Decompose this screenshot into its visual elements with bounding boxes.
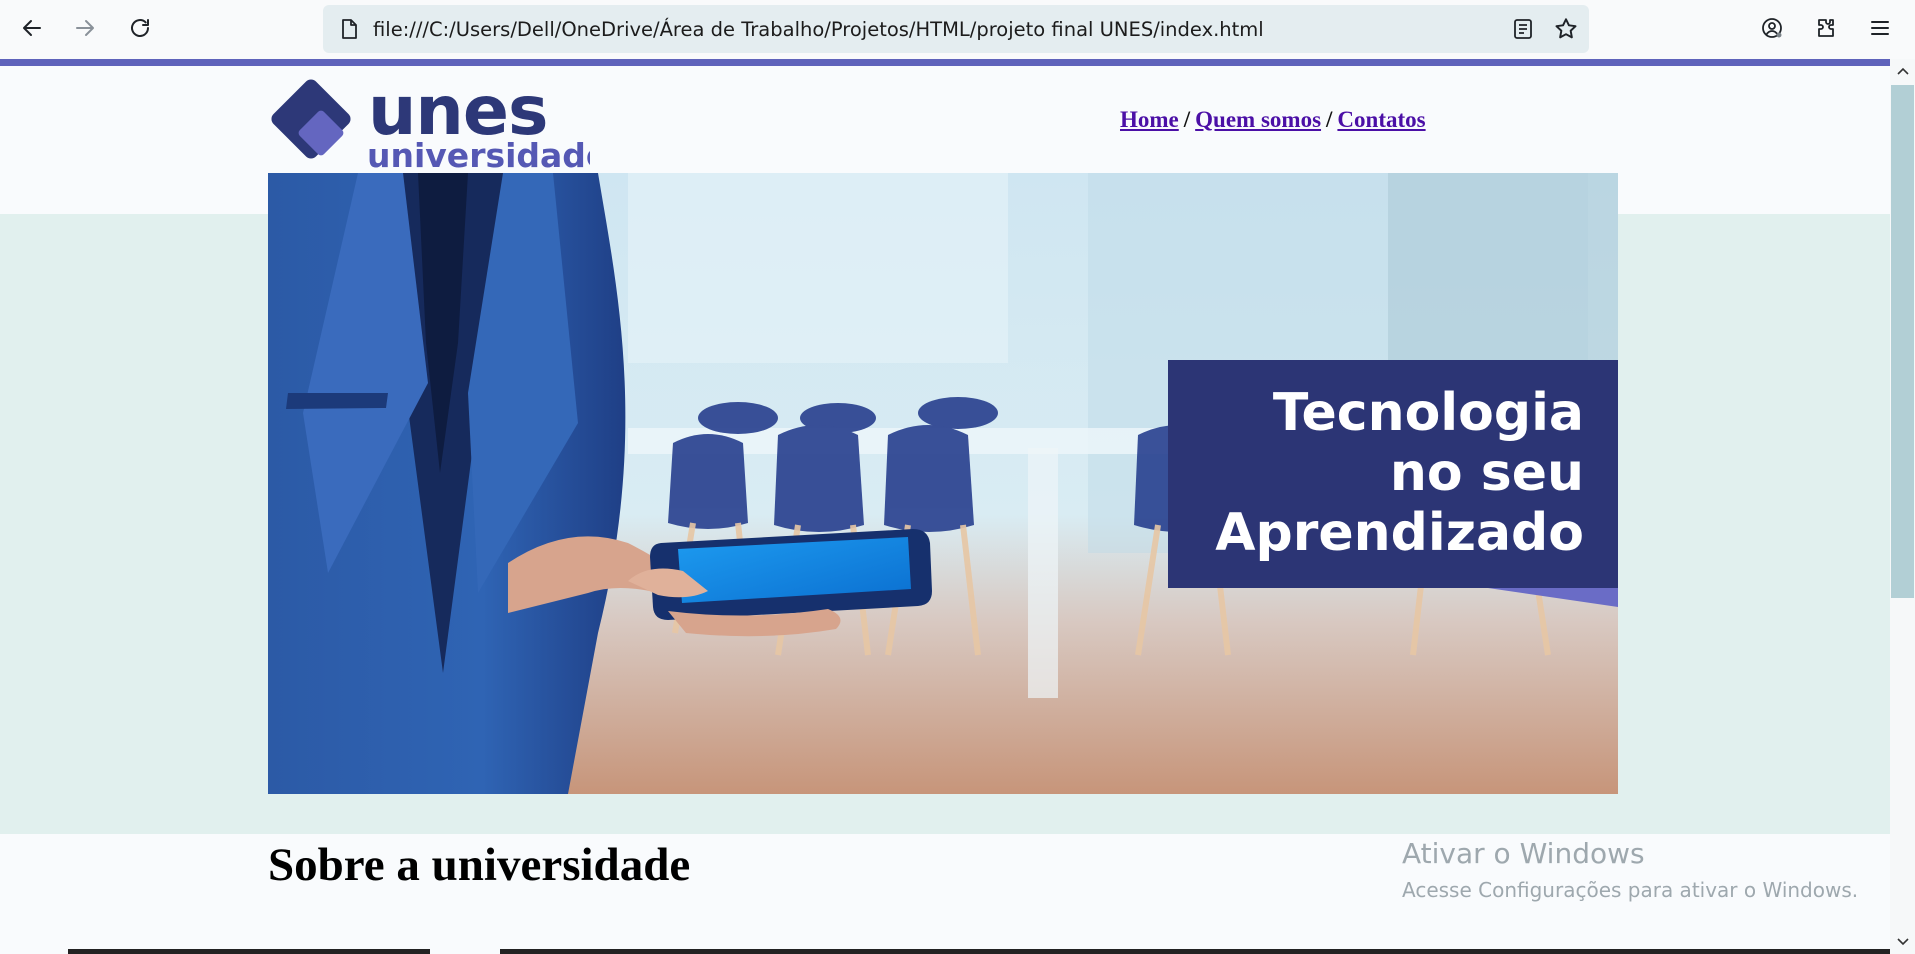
watermark-subtitle: Acesse Configurações para ativar o Windo… <box>1402 878 1859 902</box>
tab-accent-bar <box>0 59 1890 66</box>
forward-icon[interactable] <box>67 10 103 46</box>
bottom-divider <box>68 949 1890 954</box>
unes-logo[interactable]: unes universidade <box>268 72 608 175</box>
vertical-scrollbar[interactable] <box>1890 59 1915 954</box>
page-viewport: unes universidade Home / Quem somos / Contat… <box>0 66 1890 954</box>
address-bar[interactable]: file:///C:/Users/Dell/OneDrive/Área de T… <box>323 5 1589 53</box>
nav-separator: / <box>1326 107 1333 132</box>
logo-diamond-icon <box>271 79 351 159</box>
scroll-down-icon[interactable] <box>1890 932 1915 952</box>
scrollbar-thumb[interactable] <box>1891 85 1914 598</box>
hero-headline-line1: Tecnologia <box>1273 383 1584 443</box>
reader-view-icon[interactable] <box>1511 17 1535 41</box>
nav-link-quem-somos[interactable]: Quem somos <box>1195 107 1321 132</box>
hero-banner: Tecnologia no seu Aprendizado <box>268 173 1618 794</box>
browser-toolbar: file:///C:/Users/Dell/OneDrive/Área de T… <box>0 0 1915 60</box>
scroll-up-icon[interactable] <box>1890 61 1915 81</box>
url-text[interactable]: file:///C:/Users/Dell/OneDrive/Área de T… <box>373 18 1264 41</box>
logo-sub-text: universidade <box>367 136 590 172</box>
bottom-divider-gap <box>430 949 500 954</box>
back-icon[interactable] <box>14 10 50 46</box>
nav-link-home[interactable]: Home <box>1120 107 1179 132</box>
account-icon[interactable] <box>1754 10 1790 46</box>
reload-icon[interactable] <box>122 10 158 46</box>
nav-separator: / <box>1183 107 1191 132</box>
hero-headline-line3: Aprendizado <box>1215 503 1584 563</box>
nav-link-contatos[interactable]: Contatos <box>1337 107 1425 132</box>
top-navigation: Home / Quem somos / Contatos <box>1120 107 1426 133</box>
page-icon <box>342 19 357 39</box>
menu-icon[interactable] <box>1862 10 1898 46</box>
watermark-title: Ativar o Windows <box>1402 837 1645 870</box>
windows-activation-watermark: Ativar o Windows Acesse Configurações pa… <box>1402 837 1858 902</box>
bookmark-star-icon[interactable] <box>1553 16 1579 42</box>
extensions-icon[interactable] <box>1808 10 1844 46</box>
hero-headline-line2: no seu <box>1390 443 1584 503</box>
section-title: Sobre a universidade <box>268 839 691 891</box>
